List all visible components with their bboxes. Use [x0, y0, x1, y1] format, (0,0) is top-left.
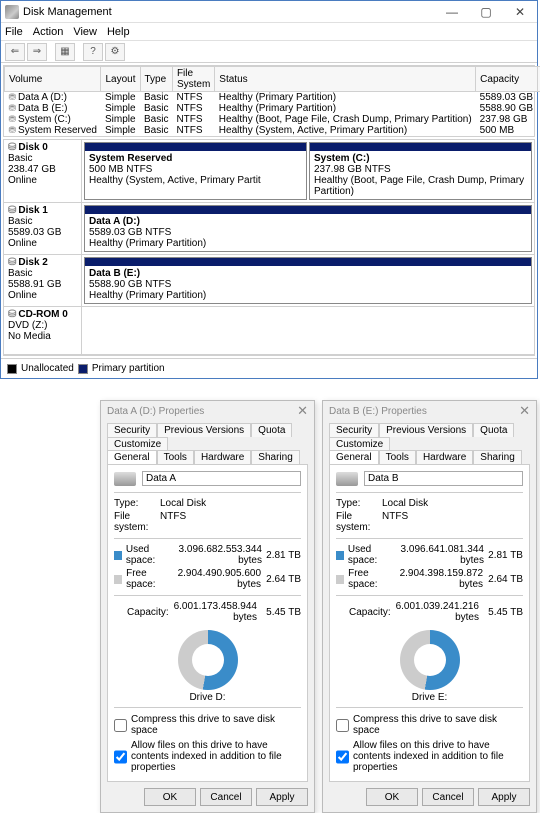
close-icon[interactable]: ✕ — [297, 403, 308, 419]
cancel-button[interactable]: Cancel — [200, 788, 252, 806]
menu-help[interactable]: Help — [107, 26, 130, 38]
capacity-donut — [178, 630, 238, 690]
column-header[interactable]: Capacity — [476, 67, 537, 92]
volume-row[interactable]: System ReservedSimpleBasicNTFSHealthy (S… — [5, 125, 540, 136]
tab[interactable]: Hardware — [416, 450, 473, 464]
apply-button[interactable]: Apply — [256, 788, 308, 806]
menu-action[interactable]: Action — [33, 26, 64, 38]
forward-button[interactable]: ⇒ — [27, 43, 47, 61]
unallocated-label: Unallocated — [21, 363, 74, 374]
column-header[interactable]: Layout — [101, 67, 140, 92]
menu-file[interactable]: File — [5, 26, 23, 38]
partition[interactable]: System Reserved500 MB NTFSHealthy (Syste… — [84, 142, 307, 200]
volume-row[interactable]: Data B (E:)SimpleBasicNTFSHealthy (Prima… — [5, 103, 540, 114]
back-button[interactable]: ⇐ — [5, 43, 25, 61]
unallocated-swatch — [7, 364, 17, 374]
column-header[interactable]: Status — [215, 67, 476, 92]
drive-icon — [336, 472, 358, 486]
disk-row[interactable]: Disk 1Basic5589.03 GBOnlineData A (D:)55… — [4, 203, 534, 255]
tab[interactable]: Customize — [329, 437, 390, 451]
ok-button[interactable]: OK — [144, 788, 196, 806]
settings-button[interactable]: ⚙ — [105, 43, 125, 61]
index-checkbox[interactable]: Allow files on this drive to have conten… — [114, 738, 301, 775]
app-icon — [5, 5, 19, 19]
compress-checkbox[interactable]: Compress this drive to save disk space — [336, 712, 523, 738]
dialog-title[interactable]: Data B (E:) Properties✕ — [323, 401, 536, 421]
drive-label-input[interactable] — [142, 471, 301, 486]
partition[interactable]: Data A (D:)5589.03 GB NTFSHealthy (Prima… — [84, 205, 532, 252]
volume-list[interactable]: VolumeLayoutTypeFile SystemStatusCapacit… — [3, 65, 535, 137]
tab[interactable]: Tools — [157, 450, 194, 464]
separator — [49, 43, 53, 61]
disk-management-window: Disk Management — ▢ ✕ File Action View H… — [0, 0, 538, 379]
tab[interactable]: Quota — [473, 423, 514, 437]
index-checkbox[interactable]: Allow files on this drive to have conten… — [336, 738, 523, 775]
primary-swatch — [78, 364, 88, 374]
column-header[interactable]: Volume — [5, 67, 101, 92]
disk-graphical-view[interactable]: Disk 0Basic238.47 GBOnlineSystem Reserve… — [3, 139, 535, 356]
volume-row[interactable]: Data A (D:)SimpleBasicNTFSHealthy (Prima… — [5, 92, 540, 104]
refresh-button[interactable]: ▦ — [55, 43, 75, 61]
ok-button[interactable]: OK — [366, 788, 418, 806]
volume-row[interactable]: System (C:)SimpleBasicNTFSHealthy (Boot,… — [5, 114, 540, 125]
menubar: File Action View Help — [1, 23, 537, 41]
tab[interactable]: Security — [107, 423, 157, 437]
tab[interactable]: Previous Versions — [379, 423, 473, 437]
help-button[interactable]: ? — [83, 43, 103, 61]
compress-checkbox[interactable]: Compress this drive to save disk space — [114, 712, 301, 738]
window-title: Disk Management — [23, 6, 435, 18]
properties-dialog-data-a: Data A (D:) Properties✕ SecurityPrevious … — [100, 400, 315, 813]
drive-icon — [114, 472, 136, 486]
partition[interactable]: Data B (E:)5588.90 GB NTFSHealthy (Prima… — [84, 257, 532, 304]
column-header[interactable]: Type — [140, 67, 172, 92]
tab[interactable]: Security — [329, 423, 379, 437]
cancel-button[interactable]: Cancel — [422, 788, 474, 806]
disk-row[interactable]: Disk 0Basic238.47 GBOnlineSystem Reserve… — [4, 140, 534, 203]
minimize-button[interactable]: — — [435, 1, 469, 23]
titlebar[interactable]: Disk Management — ▢ ✕ — [1, 1, 537, 23]
tab[interactable]: Sharing — [473, 450, 521, 464]
primary-label: Primary partition — [92, 363, 165, 374]
tab[interactable]: Hardware — [194, 450, 251, 464]
tab[interactable]: Tools — [379, 450, 416, 464]
tab[interactable]: General — [329, 450, 379, 464]
separator — [77, 43, 81, 61]
dialog-title[interactable]: Data A (D:) Properties✕ — [101, 401, 314, 421]
properties-dialog-data-b: Data B (E:) Properties✕ SecurityPrevious … — [322, 400, 537, 813]
apply-button[interactable]: Apply — [478, 788, 530, 806]
disk-row[interactable]: Disk 2Basic5588.91 GBOnlineData B (E:)55… — [4, 255, 534, 307]
tab[interactable]: Quota — [251, 423, 292, 437]
toolbar: ⇐ ⇒ ▦ ? ⚙ — [1, 41, 537, 63]
maximize-button[interactable]: ▢ — [469, 1, 503, 23]
menu-view[interactable]: View — [73, 26, 97, 38]
capacity-donut — [400, 630, 460, 690]
tab[interactable]: Customize — [107, 437, 168, 451]
tab[interactable]: General — [107, 450, 157, 464]
tab[interactable]: Previous Versions — [157, 423, 251, 437]
close-button[interactable]: ✕ — [503, 1, 537, 23]
drive-label-input[interactable] — [364, 471, 523, 486]
tab[interactable]: Sharing — [251, 450, 299, 464]
legend: Unallocated Primary partition — [1, 358, 537, 378]
close-icon[interactable]: ✕ — [519, 403, 530, 419]
partition[interactable]: System (C:)237.98 GB NTFSHealthy (Boot, … — [309, 142, 532, 200]
column-header[interactable]: File System — [172, 67, 214, 92]
disk-row[interactable]: CD-ROM 0DVD (Z:)No Media — [4, 307, 534, 355]
